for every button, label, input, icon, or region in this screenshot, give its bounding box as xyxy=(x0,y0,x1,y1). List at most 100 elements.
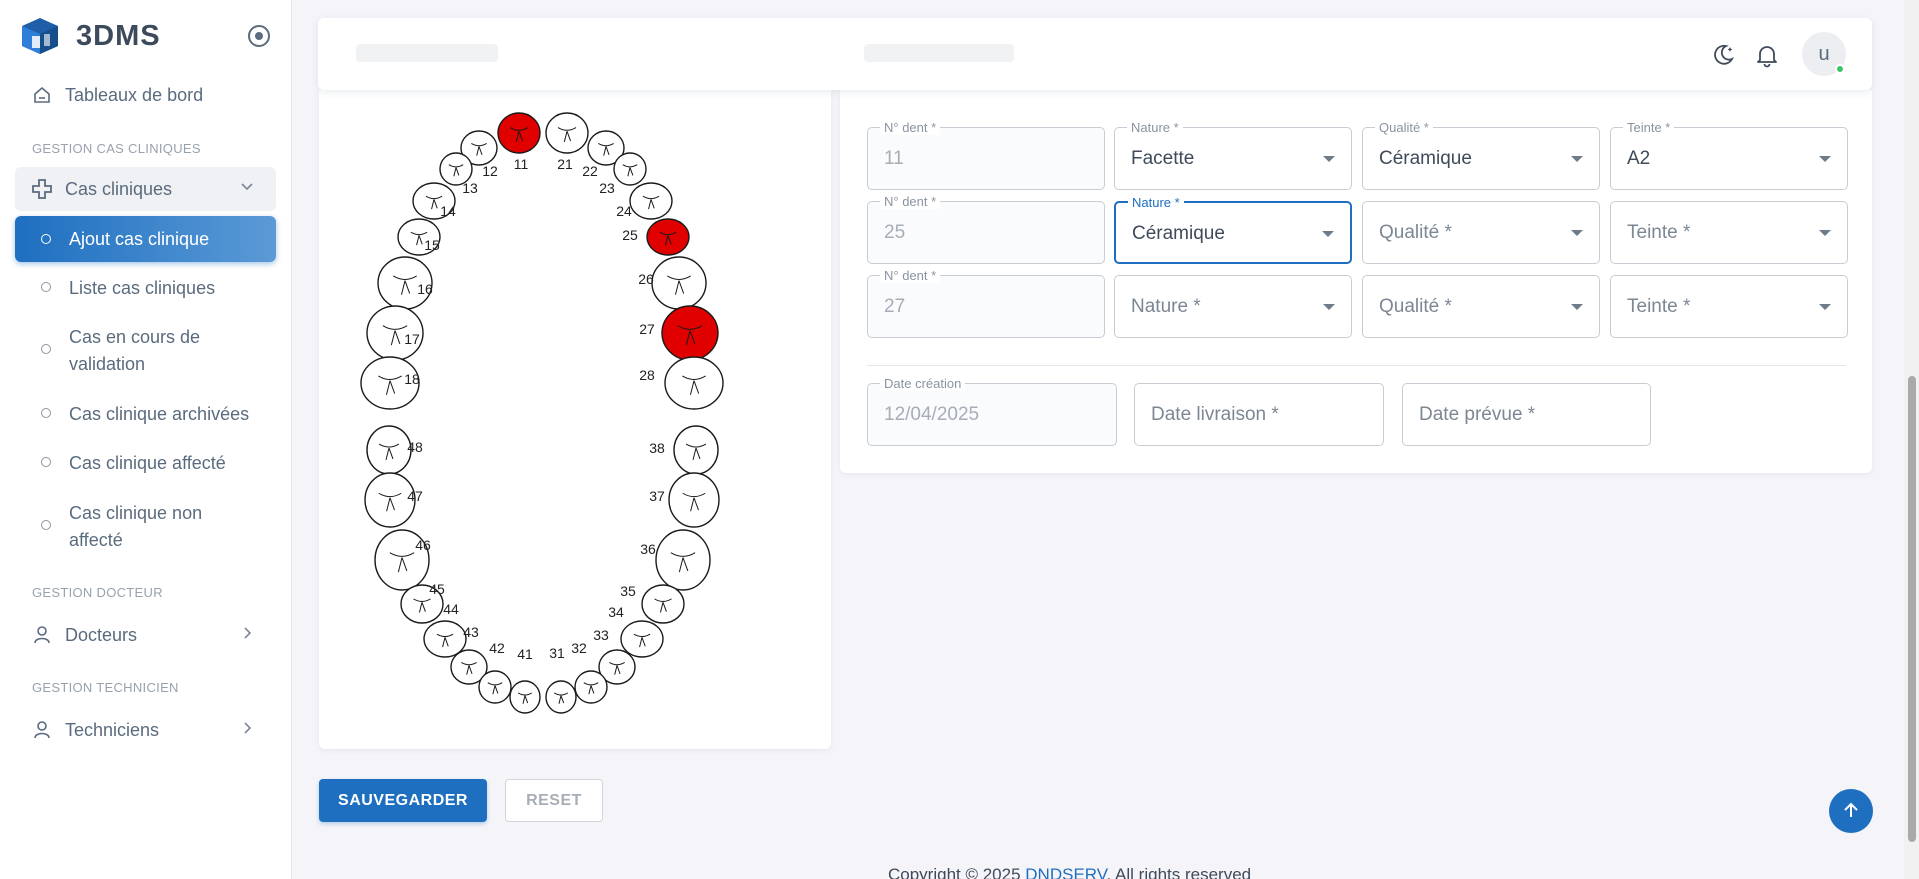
sidebar-item-label: Cas cliniques xyxy=(65,178,173,199)
tooth-number-field[interactable]: N° dent * 25 xyxy=(867,194,1105,264)
divider xyxy=(867,365,1846,366)
tooth-23[interactable] xyxy=(613,152,647,186)
qualite-select[interactable]: Qualité * Céramique xyxy=(1362,120,1600,190)
tooth-label: 15 xyxy=(424,237,440,253)
tooth-number-field[interactable]: N° dent * 11 xyxy=(867,120,1105,190)
field-label: N° dent * xyxy=(880,120,941,135)
sidebar-item-label: Tableaux de bord xyxy=(65,84,204,105)
sidebar-subitem-non-affecte[interactable]: Cas clinique non affecté xyxy=(15,500,215,554)
dark-mode-moon-icon[interactable] xyxy=(1710,42,1736,68)
sidebar-subitem-cas-en-cours[interactable]: Cas en cours de validation xyxy=(15,324,245,378)
tooth-label: 32 xyxy=(571,640,587,656)
footer-link[interactable]: DNDSERV xyxy=(1025,865,1106,879)
tooth-38[interactable] xyxy=(673,425,719,475)
tooth-41[interactable] xyxy=(509,680,541,714)
tooth-28[interactable] xyxy=(664,356,724,410)
navbar-ghost-text xyxy=(356,44,498,62)
sidebar-subitem-label: Cas clinique non affecté xyxy=(69,503,203,550)
tooth-24[interactable] xyxy=(629,182,673,220)
circle-bullet-icon xyxy=(41,408,51,418)
avatar[interactable]: u xyxy=(1802,32,1846,76)
tooth-34[interactable] xyxy=(620,620,664,658)
page-scrollbar[interactable] xyxy=(1904,0,1919,879)
teinte-select[interactable]: Teinte * xyxy=(1610,275,1848,338)
tooth-label: 21 xyxy=(557,156,573,172)
date-livraison-field[interactable]: Date livraison * xyxy=(1134,383,1384,446)
chevron-right-icon xyxy=(240,626,254,645)
sidebar-item-techniciens[interactable]: Techniciens xyxy=(15,713,276,747)
field-placeholder: Teinte * xyxy=(1627,222,1691,243)
tooth-32[interactable] xyxy=(574,670,608,704)
scroll-to-top-button[interactable] xyxy=(1829,789,1873,833)
tooth-26[interactable] xyxy=(651,256,707,310)
nature-select[interactable]: Nature * Céramique xyxy=(1114,195,1352,264)
tooth-label: 11 xyxy=(514,156,529,172)
tooth-label: 38 xyxy=(649,440,665,456)
tooth-42[interactable] xyxy=(478,670,512,704)
teinte-select[interactable]: Teinte * xyxy=(1610,201,1848,264)
chevron-right-icon xyxy=(240,721,254,740)
notification-bell-icon[interactable] xyxy=(1754,42,1780,68)
qualite-select[interactable]: Qualité * xyxy=(1362,201,1600,264)
tooth-label: 43 xyxy=(463,624,479,640)
field-placeholder: Nature * xyxy=(1131,296,1201,317)
tooth-label: 46 xyxy=(415,537,431,553)
tooth-25[interactable] xyxy=(646,218,690,256)
sidebar-subitem-archivees[interactable]: Cas clinique archivées xyxy=(15,401,276,428)
sidebar-item-label: Techniciens xyxy=(65,719,160,740)
tooth-11[interactable] xyxy=(497,112,541,154)
field-value: A2 xyxy=(1627,148,1651,169)
section-heading-technicien: GESTION TECHNICIEN xyxy=(32,680,179,695)
nature-select[interactable]: Nature * Facette xyxy=(1114,120,1352,190)
date-creation-field[interactable]: Date création 12/04/2025 xyxy=(867,376,1117,446)
sidebar-item-dashboard[interactable]: Tableaux de bord xyxy=(15,78,276,112)
doctor-icon xyxy=(31,624,53,646)
field-placeholder: Date prévue * xyxy=(1419,404,1536,425)
tooth-label: 27 xyxy=(639,321,655,337)
brand-logo-icon xyxy=(22,18,58,54)
tooth-48[interactable] xyxy=(366,425,412,475)
tooth-label: 17 xyxy=(404,331,420,347)
arrow-up-icon xyxy=(1844,802,1858,817)
tooth-35[interactable] xyxy=(641,584,685,624)
field-label: Nature * xyxy=(1128,195,1184,210)
field-placeholder: Teinte * xyxy=(1627,296,1691,317)
circle-bullet-icon xyxy=(41,344,51,354)
sidebar-item-docteurs[interactable]: Docteurs xyxy=(15,618,276,652)
tooth-number-field[interactable]: N° dent * 27 xyxy=(867,268,1105,338)
avatar-letter: u xyxy=(1818,42,1830,65)
sidebar-item-label: Docteurs xyxy=(65,624,138,645)
chevron-down-icon xyxy=(240,180,254,199)
sidebar-subitem-liste-cas[interactable]: Liste cas cliniques xyxy=(15,275,276,302)
nature-select[interactable]: Nature * xyxy=(1114,275,1352,338)
reset-button[interactable]: RESET xyxy=(505,779,603,822)
tooth-label: 23 xyxy=(599,180,615,196)
tooth-label: 42 xyxy=(489,640,505,656)
sidebar-subitem-label: Ajout cas clinique xyxy=(69,228,210,249)
scrollbar-thumb[interactable] xyxy=(1908,376,1916,842)
dental-chart[interactable]: 11 21 12 22 13 23 14 24 15 25 16 26 17 27 18 28 48 38 47 37… xyxy=(319,90,831,749)
field-placeholder: Qualité * xyxy=(1379,222,1452,243)
tooth-37[interactable] xyxy=(668,472,720,528)
teinte-select[interactable]: Teinte * A2 xyxy=(1610,120,1848,190)
tooth-31[interactable] xyxy=(545,680,577,714)
tooth-27[interactable] xyxy=(661,305,719,361)
section-heading-cas: GESTION CAS CLINIQUES xyxy=(32,141,201,156)
sidebar-subitem-label: Liste cas cliniques xyxy=(69,278,216,298)
circle-bullet-icon xyxy=(41,457,51,467)
tooth-label: 22 xyxy=(582,163,598,179)
sidebar-collapse-toggle-icon[interactable] xyxy=(248,25,270,47)
qualite-select[interactable]: Qualité * xyxy=(1362,275,1600,338)
tooth-details-form-card: N° dent * 11 Nature * Facette Qualité * … xyxy=(840,90,1872,473)
tooth-36[interactable] xyxy=(655,529,711,591)
sidebar-subitem-affecte[interactable]: Cas clinique affecté xyxy=(15,450,276,477)
tooth-label: 13 xyxy=(462,180,478,196)
tooth-21[interactable] xyxy=(545,112,589,154)
sidebar-subitem-ajout-cas[interactable]: Ajout cas clinique xyxy=(15,216,276,262)
sidebar-group-cas-cliniques[interactable]: Cas cliniques xyxy=(15,167,276,211)
section-heading-docteur: GESTION DOCTEUR xyxy=(32,585,163,600)
save-button[interactable]: SAUVEGARDER xyxy=(319,779,487,822)
brand[interactable]: 3DMS xyxy=(18,14,161,58)
date-prevue-field[interactable]: Date prévue * xyxy=(1402,383,1651,446)
tooth-label: 16 xyxy=(417,281,433,297)
